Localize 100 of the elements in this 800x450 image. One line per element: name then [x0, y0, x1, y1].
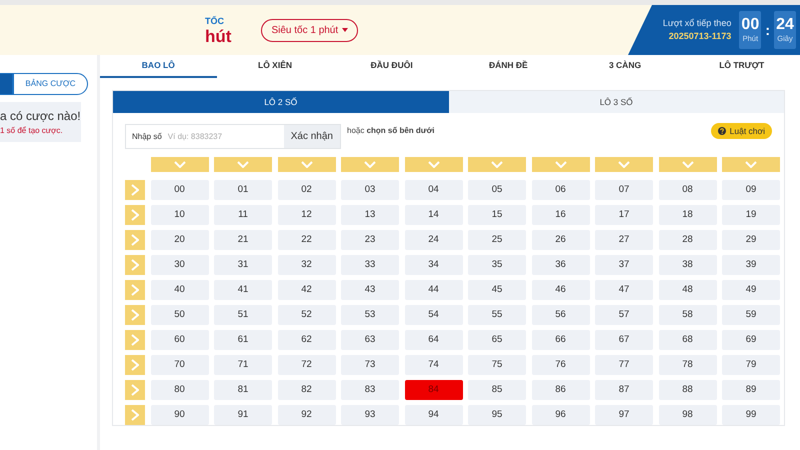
row-select-button[interactable]	[125, 355, 145, 375]
number-cell[interactable]: 02	[278, 180, 336, 200]
number-cell[interactable]: 75	[468, 355, 526, 375]
number-cell[interactable]: 30	[150, 255, 208, 275]
number-cell[interactable]: 48	[658, 280, 716, 300]
number-cell[interactable]: 87	[595, 380, 653, 400]
column-select-button[interactable]	[150, 157, 208, 172]
number-cell[interactable]: 11	[214, 205, 272, 225]
number-cell[interactable]: 63	[341, 330, 399, 350]
rules-button[interactable]: Luật chơi	[710, 122, 772, 140]
number-cell[interactable]: 94	[404, 405, 462, 425]
number-cell[interactable]: 27	[595, 230, 653, 250]
number-cell[interactable]: 39	[722, 255, 780, 275]
number-cell[interactable]: 46	[532, 280, 590, 300]
row-select-button[interactable]	[125, 305, 145, 325]
column-select-button[interactable]	[658, 157, 716, 172]
number-cell[interactable]: 29	[722, 230, 780, 250]
number-cell[interactable]: 45	[468, 280, 526, 300]
number-cell[interactable]: 58	[658, 305, 716, 325]
number-cell[interactable]: 71	[214, 355, 272, 375]
number-cell[interactable]: 18	[658, 205, 716, 225]
number-cell[interactable]: 92	[278, 405, 336, 425]
number-cell[interactable]: 59	[722, 305, 780, 325]
number-cell[interactable]: 17	[595, 205, 653, 225]
mode-dropdown[interactable]: Siêu tốc 1 phút	[261, 18, 358, 42]
number-cell[interactable]: 13	[341, 205, 399, 225]
number-cell[interactable]: 56	[532, 305, 590, 325]
number-cell[interactable]: 04	[404, 180, 462, 200]
number-cell[interactable]: 34	[404, 255, 462, 275]
row-select-button[interactable]	[125, 380, 145, 400]
number-cell[interactable]: 98	[658, 405, 716, 425]
row-select-button[interactable]	[125, 405, 145, 425]
number-cell[interactable]: 97	[595, 405, 653, 425]
number-cell[interactable]: 41	[214, 280, 272, 300]
number-cell[interactable]: 33	[341, 255, 399, 275]
number-cell[interactable]: 83	[341, 380, 399, 400]
sidebar-tab[interactable]: BẢNG CƯỢC	[13, 73, 88, 95]
number-cell[interactable]: 68	[658, 330, 716, 350]
number-cell[interactable]: 40	[150, 280, 208, 300]
bet-tab[interactable]: BAO LÔ	[100, 55, 217, 78]
bet-tab[interactable]: LÔ TRƯỢT	[683, 55, 800, 78]
number-cell[interactable]: 26	[532, 230, 590, 250]
number-cell[interactable]: 73	[341, 355, 399, 375]
number-cell[interactable]: 38	[658, 255, 716, 275]
number-cell[interactable]: 25	[468, 230, 526, 250]
number-cell[interactable]: 44	[404, 280, 462, 300]
number-cell[interactable]: 52	[278, 305, 336, 325]
number-cell[interactable]: 42	[278, 280, 336, 300]
number-cell[interactable]: 28	[658, 230, 716, 250]
number-cell[interactable]: 22	[278, 230, 336, 250]
number-cell[interactable]: 89	[722, 380, 780, 400]
number-cell[interactable]: 16	[532, 205, 590, 225]
number-cell[interactable]: 15	[468, 205, 526, 225]
number-cell[interactable]: 93	[341, 405, 399, 425]
number-cell[interactable]: 55	[468, 305, 526, 325]
number-cell[interactable]: 99	[722, 405, 780, 425]
number-cell[interactable]: 49	[722, 280, 780, 300]
number-cell[interactable]: 69	[722, 330, 780, 350]
number-cell[interactable]: 36	[532, 255, 590, 275]
number-cell[interactable]: 74	[404, 355, 462, 375]
number-cell[interactable]: 06	[532, 180, 590, 200]
number-cell[interactable]: 61	[214, 330, 272, 350]
bet-tab[interactable]: LÔ XIÊN	[216, 55, 334, 78]
sidebar-tab[interactable]	[0, 73, 13, 95]
number-cell[interactable]: 01	[214, 180, 272, 200]
column-select-button[interactable]	[595, 157, 653, 172]
number-cell[interactable]: 77	[595, 355, 653, 375]
row-select-button[interactable]	[125, 205, 145, 225]
column-select-button[interactable]	[532, 157, 590, 172]
number-cell[interactable]: 66	[532, 330, 590, 350]
number-cell[interactable]: 32	[278, 255, 336, 275]
number-cell[interactable]: 78	[658, 355, 716, 375]
number-cell[interactable]: 57	[595, 305, 653, 325]
column-select-button[interactable]	[278, 157, 336, 172]
number-cell[interactable]: 19	[722, 205, 780, 225]
number-field[interactable]: Nhập số Ví dụ: 8383237 Xác nhận	[125, 124, 341, 149]
number-cell[interactable]: 51	[214, 305, 272, 325]
row-select-button[interactable]	[125, 255, 145, 275]
row-select-button[interactable]	[125, 180, 145, 200]
number-cell[interactable]: 70	[150, 355, 208, 375]
number-cell[interactable]: 05	[468, 180, 526, 200]
number-cell[interactable]: 14	[404, 205, 462, 225]
row-select-button[interactable]	[125, 230, 145, 250]
number-cell[interactable]: 54	[404, 305, 462, 325]
number-cell[interactable]: 72	[278, 355, 336, 375]
number-cell[interactable]: 62	[278, 330, 336, 350]
number-cell[interactable]: 88	[658, 380, 716, 400]
number-cell[interactable]: 82	[278, 380, 336, 400]
number-cell[interactable]: 43	[341, 280, 399, 300]
column-select-button[interactable]	[404, 157, 462, 172]
number-cell[interactable]: 95	[468, 405, 526, 425]
number-cell[interactable]: 23	[341, 230, 399, 250]
number-cell[interactable]: 35	[468, 255, 526, 275]
bet-tab[interactable]: ĐÁNH ĐỀ	[450, 55, 567, 78]
number-cell[interactable]: 79	[722, 355, 780, 375]
number-cell[interactable]: 00	[150, 180, 208, 200]
number-cell[interactable]: 65	[468, 330, 526, 350]
number-cell[interactable]: 53	[341, 305, 399, 325]
number-cell[interactable]: 80	[150, 380, 208, 400]
number-cell[interactable]: 24	[404, 230, 462, 250]
